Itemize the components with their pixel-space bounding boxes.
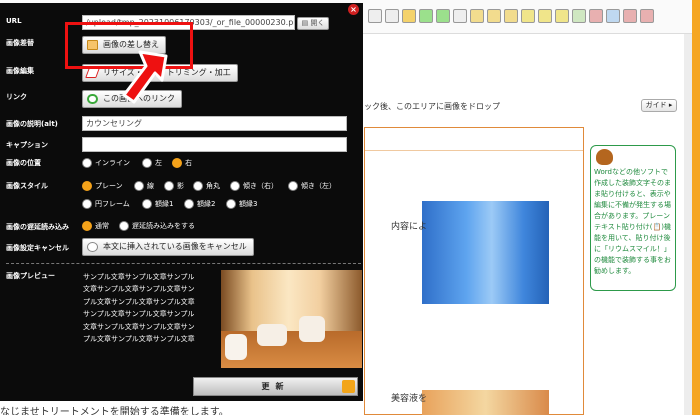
content-text: 内容によ bbox=[391, 222, 428, 232]
quote-icon[interactable] bbox=[385, 9, 399, 23]
squirrel-mascot-icon bbox=[596, 149, 613, 165]
pencil-edit-icon bbox=[85, 68, 100, 78]
update-button[interactable]: 更新 bbox=[193, 377, 358, 396]
content-text: 美容液を bbox=[391, 394, 428, 404]
red-arrow-icon bbox=[122, 50, 168, 104]
preview-image bbox=[221, 270, 362, 368]
template-icon[interactable] bbox=[487, 9, 501, 23]
hr-icon[interactable] bbox=[572, 9, 586, 23]
alt-field[interactable]: カウンセリング bbox=[82, 116, 347, 131]
table-icon[interactable] bbox=[589, 9, 603, 23]
unlink-icon[interactable] bbox=[436, 9, 450, 23]
url-label: URL bbox=[6, 17, 22, 25]
list-icon[interactable] bbox=[368, 9, 382, 23]
lock-icon bbox=[342, 380, 355, 393]
link-label: リンク bbox=[6, 93, 27, 101]
drop-hint: ック後、このエリアに画像をドロップ bbox=[364, 102, 500, 111]
link-chain-icon bbox=[87, 94, 98, 104]
paste-icon[interactable] bbox=[504, 9, 518, 23]
save-icon[interactable] bbox=[606, 9, 620, 23]
content-text: なじませトリートメントを開始する準備をします。 bbox=[0, 407, 229, 415]
tip-text: Wordなどの他ソフトで作成した装飾文字そのまま貼り付けると、表示や編集に不備が… bbox=[594, 168, 671, 275]
replace-label: 画像差替 bbox=[6, 39, 34, 47]
align-right-icon[interactable] bbox=[555, 9, 569, 23]
image-icon[interactable] bbox=[453, 9, 467, 23]
lazy-label: 画像の遅延読み込み bbox=[6, 223, 69, 231]
file-icon[interactable] bbox=[470, 9, 484, 23]
preview-icon[interactable] bbox=[623, 9, 637, 23]
cancel-circle-icon bbox=[87, 242, 98, 252]
preview-label: 画像プレビュー bbox=[6, 272, 55, 280]
align-center-icon[interactable] bbox=[538, 9, 552, 23]
caption-label: キャプション bbox=[6, 141, 48, 149]
cancel-image-button[interactable]: 本文に挿入されている画像をキャンセル bbox=[82, 238, 254, 256]
divider bbox=[6, 263, 361, 264]
content-photo[interactable] bbox=[422, 390, 549, 415]
style-label: 画像スタイル bbox=[6, 182, 48, 190]
open-button[interactable]: ▤ 開く bbox=[297, 17, 329, 30]
preview-sample-text: サンプル文章サンプル文章サンプル 文章サンプル文章サンプル文章サン プル文章サン… bbox=[83, 273, 195, 344]
scrollbar[interactable] bbox=[684, 34, 692, 415]
content-photo[interactable] bbox=[422, 201, 549, 304]
position-label: 画像の位置 bbox=[6, 159, 41, 167]
special-char-icon[interactable] bbox=[402, 9, 416, 23]
link-icon[interactable] bbox=[419, 9, 433, 23]
caption-field[interactable] bbox=[82, 137, 347, 152]
source-icon[interactable] bbox=[640, 9, 654, 23]
tip-box: Wordなどの他ソフトで作成した装飾文字そのまま貼り付けると、表示や編集に不備が… bbox=[590, 145, 676, 291]
guide-button[interactable]: ガイド ▸ bbox=[641, 99, 677, 112]
open-folder-icon: ▤ bbox=[301, 19, 309, 27]
close-icon[interactable]: × bbox=[348, 4, 359, 15]
alt-label: 画像の説明(alt) bbox=[6, 120, 58, 128]
edit-label: 画像編集 bbox=[6, 67, 34, 75]
cancel-label: 画像設定キャンセル bbox=[6, 244, 69, 252]
align-left-icon[interactable] bbox=[521, 9, 535, 23]
